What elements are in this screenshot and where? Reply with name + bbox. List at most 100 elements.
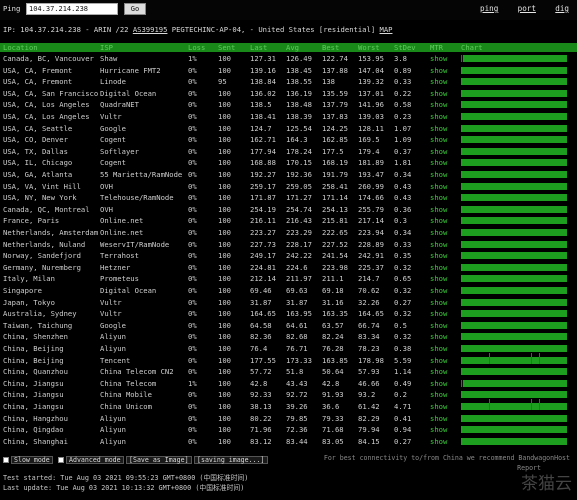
save-image-button[interactable]: [Save as Image] [126,456,192,464]
advanced-mode-checkbox[interactable] [58,457,64,463]
mtr-show-link[interactable]: show [430,380,447,387]
table-row: Australia, Sydney Vultr 0% 100 164.65 163.95 1… [0,308,577,320]
mtr-show-link[interactable]: show [430,333,447,340]
latency-bar [461,66,567,74]
header-mtr[interactable]: MTR [430,44,443,51]
mtr-show-link[interactable]: show [430,275,447,282]
header-worst[interactable]: Worst [358,44,380,51]
mtr-show-link[interactable]: show [430,310,447,317]
cell-location: China, Jiangsu [3,378,64,388]
mtr-show-link[interactable]: show [430,124,447,131]
mtr-show-link[interactable]: show [430,414,447,421]
mtr-show-link[interactable]: show [430,206,447,213]
cell-worst: 139.32 [358,77,384,87]
mtr-show-link[interactable]: show [430,356,447,363]
ip-input[interactable]: 104.37.214.238 [26,3,118,15]
cell-worst: 93.2 [358,390,376,400]
port-link[interactable]: port [518,4,536,13]
mtr-show-link[interactable]: show [430,66,447,73]
header-sent[interactable]: Sent [218,44,235,51]
mtr-show-link[interactable]: show [430,264,447,271]
header-best[interactable]: Best [322,44,339,51]
header-chart[interactable]: Chart [461,44,483,51]
mtr-show-link[interactable]: show [430,438,447,445]
mtr-show-link[interactable]: show [430,403,447,410]
mtr-show-link[interactable]: show [430,240,447,247]
cell-avg: 192.36 [286,170,312,179]
table-row: China, Qingdao Aliyun 0% 100 71.96 72.36 71.68… [0,424,577,436]
jitter-spike [489,352,490,364]
mtr-show-link[interactable]: show [430,90,447,97]
table-row: Italy, Milan Prometeus 0% 100 212.14 211.97 21… [0,273,577,285]
latency-chart [461,310,567,318]
mtr-show-link[interactable]: show [430,426,447,433]
saving-status: [saving image...] [194,456,268,464]
mtr-show-link[interactable]: show [430,229,447,236]
table-row: USA, CA, Fremont Hurricane FMT2 0% 100 139.1… [0,65,577,77]
cell-loss: 0% [188,367,197,377]
advanced-mode-label[interactable]: Advanced mode [66,456,124,464]
mtr-show-link[interactable]: show [430,322,447,329]
map-link[interactable]: MAP [380,25,393,34]
cell-sent: 100 [218,204,231,214]
cell-isp: Shaw [100,54,118,63]
header-avg[interactable]: Avg [286,44,299,51]
cell-avg: 51.8 [286,367,304,377]
cell-stdev: 1.14 [394,367,412,377]
mtr-show-link[interactable]: show [430,217,447,224]
cell-stdev: 0.34 [394,228,412,237]
cell-avg: 164.3 [286,135,308,145]
report-link[interactable]: Report [517,465,541,472]
slow-mode-checkbox[interactable] [3,457,9,463]
mtr-show-link[interactable]: show [430,148,447,155]
cell-avg: 76.71 [286,344,308,353]
mtr-show-link[interactable]: show [430,113,447,120]
cell-isp: Terrahost [100,251,139,261]
mtr-show-link[interactable]: show [430,136,447,143]
go-button[interactable]: Go [124,3,146,15]
latency-chart [461,345,567,352]
cell-loss: 0% [188,239,197,249]
slow-mode-label[interactable]: Slow mode [11,456,53,464]
header-location[interactable]: Location [3,44,38,51]
mtr-show-link[interactable]: show [430,55,447,62]
mtr-show-link[interactable]: show [430,368,447,375]
mtr-show-link[interactable]: show [430,171,447,178]
mtr-show-link[interactable]: show [430,287,447,294]
mtr-show-link[interactable]: show [430,78,447,85]
cell-best: 76.28 [322,344,344,353]
cell-location: USA, CO, Denver [3,135,68,145]
table-row: Singapore Digital Ocean 0% 100 69.46 69.63 69.… [0,285,577,297]
header-isp[interactable]: ISP [100,44,113,51]
cell-stdev: 1.81 [394,158,412,168]
mtr-show-link[interactable]: show [430,298,447,305]
mtr-show-link[interactable]: show [430,159,447,166]
dig-link[interactable]: dig [555,4,569,13]
cell-avg: 178.24 [286,146,312,156]
header-loss[interactable]: Loss [188,44,205,51]
cell-isp: Prometeus [100,274,139,284]
mtr-show-link[interactable]: show [430,252,447,259]
loss-marker [461,55,462,62]
cell-loss: 0% [188,390,197,400]
mtr-show-link[interactable]: show [430,101,447,108]
header-last[interactable]: Last [250,44,267,51]
header-stdev[interactable]: StDev [394,44,416,51]
cell-loss: 0% [188,204,197,214]
cell-avg: 92.72 [286,390,308,400]
ping-link[interactable]: ping [480,4,498,13]
mtr-show-link[interactable]: show [430,345,447,352]
table-row: USA, VA, Vint Hill OVH 0% 100 259.17 259.05 25… [0,181,577,193]
mtr-show-link[interactable]: show [430,182,447,189]
latency-chart [461,333,567,341]
cell-location: Italy, Milan [3,274,55,284]
mtr-show-link[interactable]: show [430,391,447,398]
asn-link[interactable]: AS399195 [133,25,168,34]
cell-worst: 46.66 [358,378,380,388]
cell-avg: 138.45 [286,65,312,75]
cell-avg: 126.49 [286,54,312,63]
cell-last: 83.12 [250,436,272,446]
cell-stdev: 0.5 [394,320,407,330]
mtr-show-link[interactable]: show [430,194,447,201]
cell-stdev: 0.49 [394,378,412,388]
